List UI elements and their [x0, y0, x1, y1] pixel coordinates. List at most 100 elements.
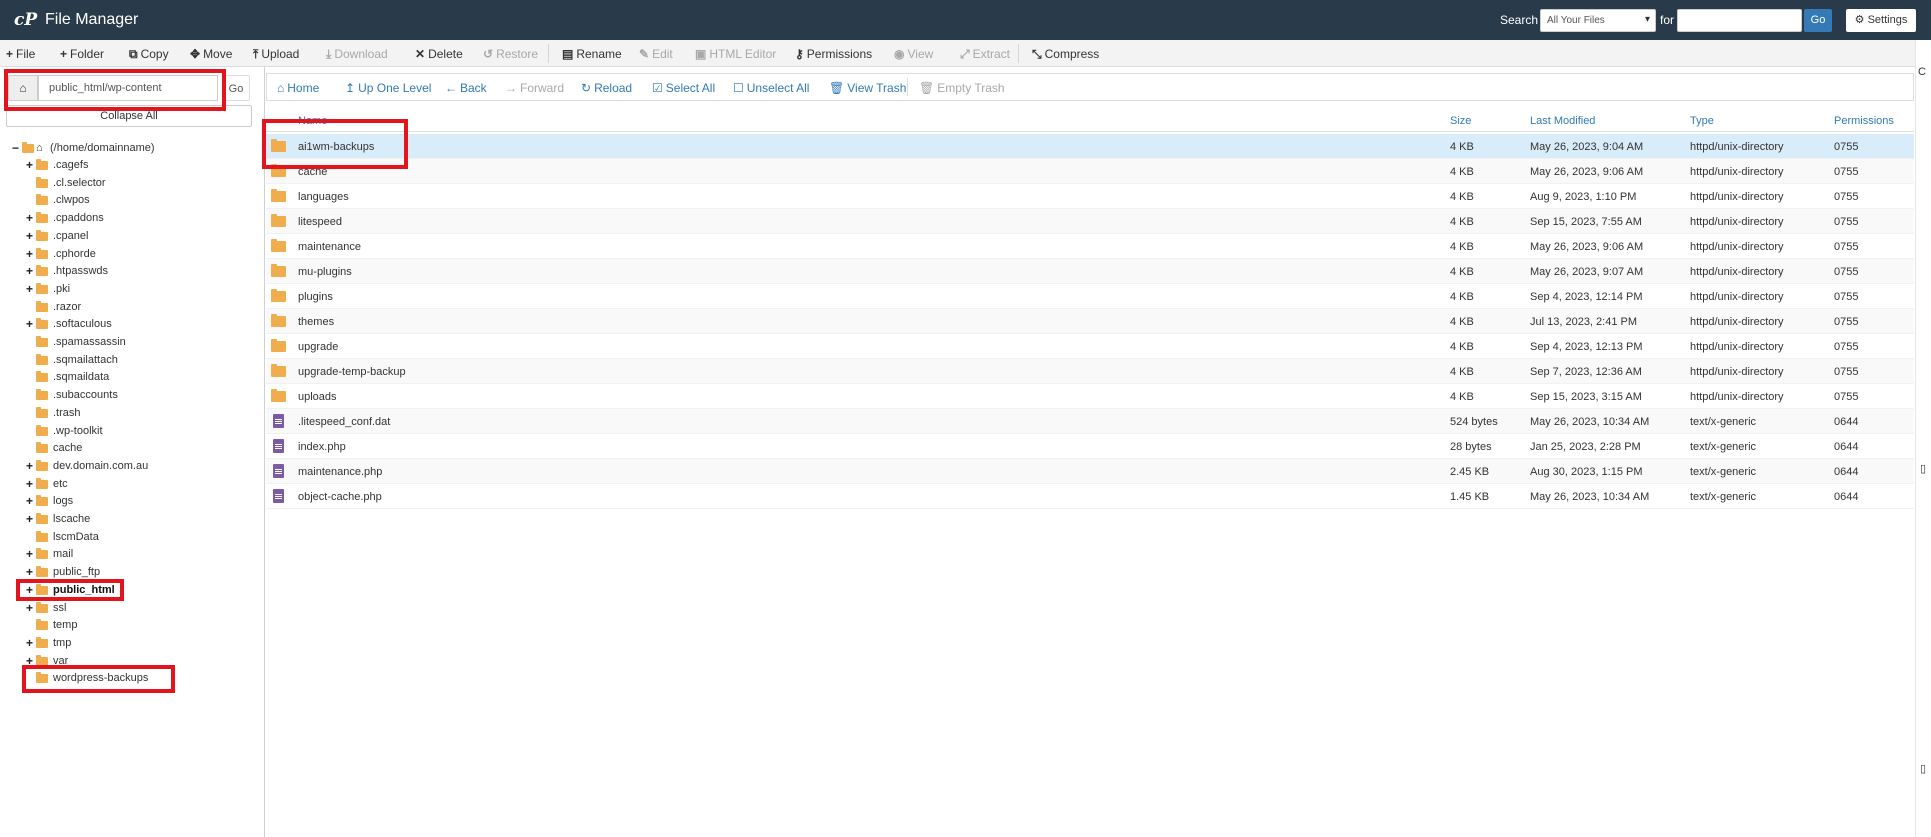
- table-row[interactable]: plugins 4 KB Sep 4, 2023, 12:14 PM httpd/un…: [266, 284, 1914, 309]
- html-editor-button[interactable]: ▣ HTML Editor: [695, 47, 776, 61]
- file-name: index.php: [298, 441, 346, 453]
- tree-item-label: .spamassassin: [53, 336, 126, 348]
- folder-icon: [36, 371, 48, 383]
- expand-icon[interactable]: +: [26, 212, 36, 224]
- edit-icon: ✎: [639, 47, 650, 61]
- move-button[interactable]: ✥ Move: [190, 47, 232, 61]
- table-row[interactable]: litespeed 4 KB Sep 15, 2023, 7:55 AM httpd/…: [266, 209, 1914, 234]
- expand-icon[interactable]: +: [26, 513, 36, 525]
- extract-button[interactable]: ⤢ Extract: [960, 47, 1010, 62]
- file-size: 4 KB: [1450, 266, 1474, 278]
- file-button[interactable]: + File: [6, 47, 35, 61]
- table-row[interactable]: upgrade-temp-backup 4 KB Sep 7, 2023, 12:3…: [266, 359, 1914, 384]
- table-row[interactable]: index.php 28 bytes Jan 25, 2023, 2:28 PM te…: [266, 434, 1914, 459]
- tree-item-label: logs: [53, 495, 74, 508]
- table-row[interactable]: mu-plugins 4 KB May 26, 2023, 9:07 AM httpd…: [266, 259, 1914, 284]
- file-name: themes: [298, 316, 335, 328]
- expand-icon[interactable]: +: [26, 248, 36, 260]
- file-type: text/x-generic: [1690, 491, 1757, 503]
- column-size[interactable]: Size: [1450, 115, 1471, 127]
- table-row[interactable]: languages 4 KB Aug 9, 2023, 1:10 PM httpd/u…: [266, 184, 1914, 209]
- unselect-all-label: Unselect All: [746, 81, 810, 95]
- folder-icon: [36, 459, 48, 471]
- expand-icon[interactable]: +: [26, 460, 36, 472]
- column-type[interactable]: Type: [1690, 115, 1714, 127]
- search-go-button[interactable]: Go: [1804, 9, 1832, 32]
- restore-button[interactable]: ↺ Restore: [483, 47, 538, 61]
- table-row[interactable]: themes 4 KB Jul 13, 2023, 2:41 PM httpd/uni…: [266, 309, 1914, 334]
- compress-button[interactable]: ⤡ Compress: [1032, 47, 1099, 62]
- expand-icon[interactable]: +: [26, 495, 36, 507]
- folder-icon: [36, 513, 48, 524]
- column-last-modified[interactable]: Last Modified: [1530, 115, 1595, 127]
- cpanel-logo[interactable]: cP: [14, 10, 37, 30]
- expand-icon[interactable]: +: [26, 566, 36, 578]
- home-button[interactable]: ⌂ Home: [277, 81, 319, 95]
- copy-button[interactable]: ⧉ Copy: [129, 47, 169, 62]
- file-modified: Sep 15, 2023, 3:15 AM: [1530, 391, 1642, 403]
- table-row[interactable]: upgrade 4 KB Sep 4, 2023, 12:13 PM httpd/un…: [266, 334, 1914, 359]
- up-one-level-label: Up One Level: [358, 81, 432, 95]
- upload-button[interactable]: ⤒ Upload: [253, 47, 299, 62]
- folder-icon: [36, 389, 48, 401]
- folder-label: Folder: [70, 47, 105, 61]
- table-row[interactable]: cache 4 KB May 26, 2023, 9:06 AM httpd/unix…: [266, 159, 1914, 184]
- expand-icon[interactable]: +: [26, 159, 36, 171]
- expand-icon[interactable]: +: [26, 602, 36, 614]
- expand-icon[interactable]: +: [26, 230, 36, 242]
- download-button[interactable]: ⤓ Download: [326, 47, 388, 62]
- reload-button[interactable]: ↻ Reload: [581, 81, 632, 95]
- view-trash-button[interactable]: 🗑 View Trash: [829, 81, 906, 95]
- search-input[interactable]: [1677, 9, 1802, 32]
- file-type: httpd/unix-directory: [1690, 241, 1784, 253]
- table-row[interactable]: maintenance.php 2.45 KB Aug 30, 2023, 1:15…: [266, 459, 1914, 484]
- table-row[interactable]: .litespeed_conf.dat 524 bytes May 26, 2023…: [266, 409, 1914, 434]
- unselect-all-button[interactable]: ☐ Unselect All: [733, 81, 809, 95]
- folder-button[interactable]: + Folder: [60, 47, 104, 61]
- tree-item-label: .softaculous: [53, 318, 112, 331]
- collapse-icon[interactable]: −: [12, 142, 22, 154]
- forward-button[interactable]: → Forward: [505, 81, 564, 95]
- settings-button[interactable]: ⚙ Settings: [1846, 9, 1916, 32]
- search-scope-select[interactable]: All Your Files ▾: [1540, 9, 1656, 32]
- delete-button[interactable]: ✕ Delete: [415, 47, 463, 61]
- back-button[interactable]: ← Back: [445, 81, 487, 95]
- view-button[interactable]: ◉ View: [894, 47, 933, 61]
- folder-icon: [36, 442, 48, 454]
- rename-button[interactable]: ▤ Rename: [562, 47, 622, 61]
- folder-icon: [36, 159, 48, 170]
- path-go-button[interactable]: Go: [222, 75, 250, 101]
- table-row[interactable]: uploads 4 KB Sep 15, 2023, 3:15 AM httpd/un…: [266, 384, 1914, 409]
- permissions-button[interactable]: ⚷ Permissions: [795, 47, 872, 61]
- tree-item-label: .cphorde: [53, 247, 96, 260]
- file-permissions: 0644: [1834, 491, 1859, 503]
- file-name: maintenance.php: [298, 466, 383, 478]
- edit-button[interactable]: ✎ Edit: [639, 47, 673, 61]
- table-row[interactable]: maintenance 4 KB May 26, 2023, 9:06 AM http…: [266, 234, 1914, 259]
- file-name: languages: [298, 191, 349, 203]
- table-row[interactable]: ai1wm-backups 4 KB May 26, 2023, 9:04 AM ht…: [266, 134, 1914, 159]
- column-permissions[interactable]: Permissions: [1834, 115, 1894, 127]
- file-modified: Sep 15, 2023, 7:55 AM: [1530, 216, 1642, 228]
- expand-icon[interactable]: +: [26, 548, 36, 560]
- select-all-button[interactable]: ☑ Select All: [652, 81, 715, 95]
- file-type: httpd/unix-directory: [1690, 391, 1784, 403]
- navigation-toolbar: ⌂ Home ↥ Up One Level ← Back → Forward ↻ Reload ☑ S…: [266, 73, 1914, 101]
- expand-icon[interactable]: +: [26, 283, 36, 295]
- folder-icon: [36, 495, 48, 507]
- file-size: 4 KB: [1450, 341, 1474, 353]
- expand-icon[interactable]: +: [26, 318, 36, 330]
- expand-icon[interactable]: +: [26, 265, 36, 277]
- home-icon: ⌂: [36, 142, 43, 154]
- file-size: 524 bytes: [1450, 416, 1498, 428]
- expand-icon[interactable]: +: [26, 637, 36, 649]
- copy-label: Copy: [140, 47, 169, 61]
- file-permissions: 0755: [1834, 341, 1859, 353]
- expand-icon[interactable]: +: [26, 478, 36, 490]
- html-editor-icon: ▣: [695, 47, 707, 61]
- up-one-level-button[interactable]: ↥ Up One Level: [345, 81, 431, 95]
- tree-item-label: lscmData: [53, 530, 99, 543]
- file-modified: May 26, 2023, 9:06 AM: [1530, 241, 1644, 253]
- table-row[interactable]: object-cache.php 1.45 KB May 26, 2023, 10:…: [266, 484, 1914, 509]
- empty-trash-button[interactable]: 🗑 Empty Trash: [919, 81, 1005, 95]
